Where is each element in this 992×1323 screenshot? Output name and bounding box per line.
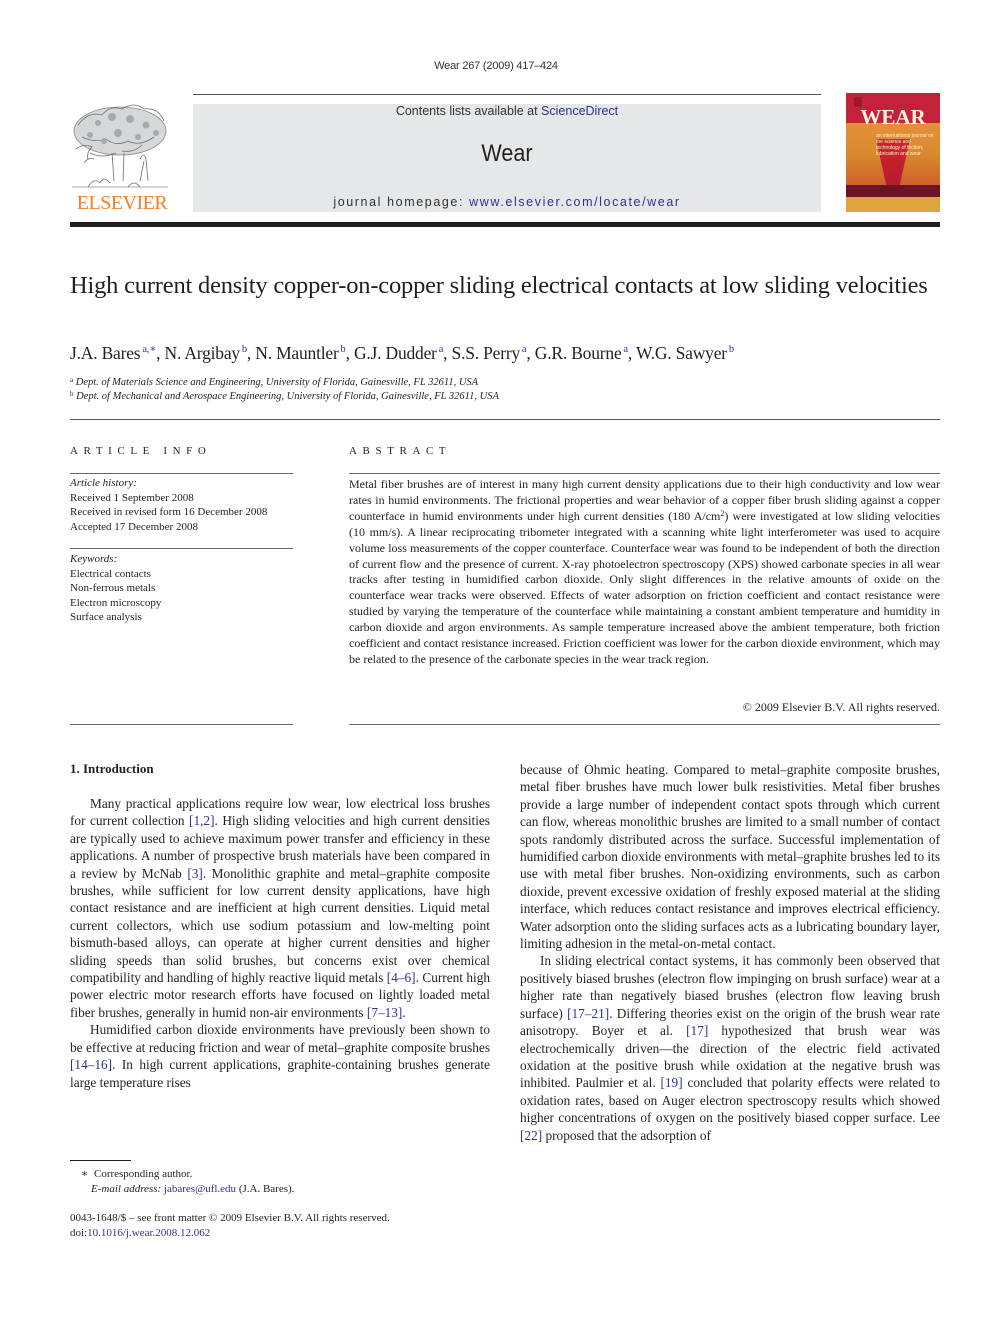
- journal-cover-image[interactable]: WEAR an international journal on the sci…: [846, 93, 940, 212]
- cover-footer: [846, 197, 940, 212]
- author-name[interactable]: J.A. Bares: [70, 343, 141, 363]
- author-name[interactable]: S.S. Perry: [452, 343, 521, 363]
- front-matter: 0043-1648/$ – see front matter © 2009 El…: [70, 1211, 390, 1241]
- cover-band: [846, 185, 940, 197]
- citation-link[interactable]: [19]: [660, 1075, 682, 1090]
- tree-icon: [72, 104, 168, 188]
- keyword: Electron microscopy: [70, 596, 162, 609]
- author-name[interactable]: N. Mauntler: [255, 343, 339, 363]
- citation-link[interactable]: [14–16]: [70, 1057, 112, 1072]
- cover-subtitle: an international journal on the science …: [876, 133, 934, 157]
- history-entry: Received in revised form 16 December 200…: [70, 506, 268, 519]
- masthead-bottom-rule: [70, 222, 940, 227]
- article-info-rule: [70, 724, 293, 725]
- doi-prefix: doi:: [70, 1227, 88, 1239]
- body-paragraph: In sliding electrical contact systems, i…: [520, 953, 941, 1143]
- footnote-marker: ∗: [81, 1168, 89, 1180]
- cover-title: WEAR: [860, 105, 926, 129]
- email-label: E-mail address:: [91, 1182, 164, 1195]
- body-paragraph: Humidified carbon dioxide environments h…: [70, 1022, 490, 1090]
- history-entry: Received 1 September 2008: [70, 491, 194, 504]
- article-title: High current density copper-on-copper sl…: [70, 272, 928, 299]
- citation-link[interactable]: [1,2]: [189, 813, 214, 828]
- citation-link[interactable]: [3]: [187, 866, 203, 881]
- keyword: Electrical contacts: [70, 567, 151, 580]
- affiliation-mark: b: [70, 390, 74, 398]
- author-affiliation-mark[interactable]: b: [339, 344, 346, 355]
- author-separator: ,: [443, 343, 452, 363]
- body-column-right: because of Ohmic heating. Compared to me…: [520, 761, 940, 1144]
- sciencedirect-link[interactable]: ScienceDirect: [541, 104, 618, 118]
- abstract-heading: ABSTRACT: [349, 445, 452, 457]
- email-suffix: (J.A. Bares).: [236, 1182, 295, 1195]
- footnote-rule: [70, 1160, 131, 1161]
- author-name[interactable]: G.R. Bourne: [535, 343, 622, 363]
- author-email-link[interactable]: jabares@ufl.edu: [164, 1183, 236, 1195]
- keyword: Non-ferrous metals: [70, 582, 156, 595]
- history-entry: Accepted 17 December 2008: [70, 520, 198, 533]
- journal-homepage-link[interactable]: www.elsevier.com/locate/wear: [469, 195, 681, 209]
- author-list: J.A. Bares a,∗, N. Argibay b, N. Mauntle…: [70, 343, 940, 364]
- author-separator: ,: [345, 343, 354, 363]
- contents-available-line: Contents lists available at ScienceDirec…: [193, 104, 821, 118]
- abstract-rule: [349, 724, 940, 725]
- citation-link[interactable]: [17–21]: [567, 1006, 609, 1021]
- body-column-left: Many practical applications require low …: [70, 795, 490, 1091]
- affiliation-text: Dept. of Materials Science and Engineeri…: [75, 377, 479, 388]
- citation-link[interactable]: [4–6]: [387, 970, 416, 985]
- author-separator: ,: [627, 343, 636, 363]
- body-paragraph: Many practical applications require low …: [70, 796, 490, 1020]
- author-separator: ,: [526, 343, 535, 363]
- affiliation-mark: a: [70, 376, 74, 384]
- body-paragraph: because of Ohmic heating. Compared to me…: [520, 762, 940, 952]
- keywords: Keywords: Electrical contacts Non-ferrou…: [70, 552, 300, 625]
- author-name[interactable]: G.J. Dudder: [354, 343, 437, 363]
- affiliation-text: Dept. of Mechanical and Aerospace Engine…: [76, 391, 499, 402]
- corresponding-author-footnote: ∗ Corresponding author. E-mail address: …: [81, 1167, 294, 1196]
- abstract-rule: [349, 473, 940, 474]
- abstract-part: ) were investigated at low sliding veloc…: [349, 508, 940, 666]
- citation-link[interactable]: [17]: [686, 1023, 708, 1038]
- corresponding-label: Corresponding author.: [93, 1168, 193, 1180]
- masthead-top-rule: [193, 94, 821, 95]
- article-info-rule: [70, 473, 293, 474]
- keyword: Surface analysis: [70, 611, 142, 624]
- section-heading-introduction: 1. Introduction: [70, 761, 154, 776]
- citation-link[interactable]: [7–13]: [367, 1005, 402, 1020]
- article-history-label: Article history:: [70, 477, 137, 489]
- keywords-label: Keywords:: [70, 553, 118, 565]
- author-affiliation-mark[interactable]: b: [240, 344, 247, 355]
- doi-link[interactable]: 10.1016/j.wear.2008.12.062: [87, 1227, 210, 1239]
- elsevier-wordmark: ELSEVIER: [76, 192, 168, 214]
- author-affiliation-mark[interactable]: a,∗: [140, 344, 156, 355]
- author-name[interactable]: W.G. Sawyer: [636, 343, 727, 363]
- journal-homepage-line: journal homepage: www.elsevier.com/locat…: [193, 195, 821, 209]
- section-divider: [70, 419, 940, 420]
- article-history: Article history: Received 1 September 20…: [70, 476, 300, 534]
- citation-link[interactable]: [22]: [520, 1128, 542, 1143]
- abstract-text: Metal fiber brushes are of interest in m…: [349, 477, 940, 668]
- journal-name: Wear: [481, 140, 533, 167]
- author-affiliation-mark[interactable]: b: [727, 344, 734, 355]
- running-header: Wear 267 (2009) 417–424: [434, 60, 558, 72]
- article-info-heading: ARTICLE INFO: [70, 445, 212, 457]
- author-separator: ,: [156, 343, 165, 363]
- affiliation-b: b Dept. of Mechanical and Aerospace Engi…: [70, 390, 499, 402]
- abstract-copyright: © 2009 Elsevier B.V. All rights reserved…: [742, 700, 940, 714]
- article-info-rule: [70, 548, 293, 549]
- homepage-prefix: journal homepage:: [333, 195, 470, 209]
- author-name[interactable]: N. Argibay: [165, 343, 241, 363]
- contents-prefix: Contents lists available at: [395, 104, 542, 118]
- issn-copyright: 0043-1648/$ – see front matter © 2009 El…: [70, 1212, 390, 1224]
- affiliation-a: a Dept. of Materials Science and Enginee…: [70, 376, 478, 388]
